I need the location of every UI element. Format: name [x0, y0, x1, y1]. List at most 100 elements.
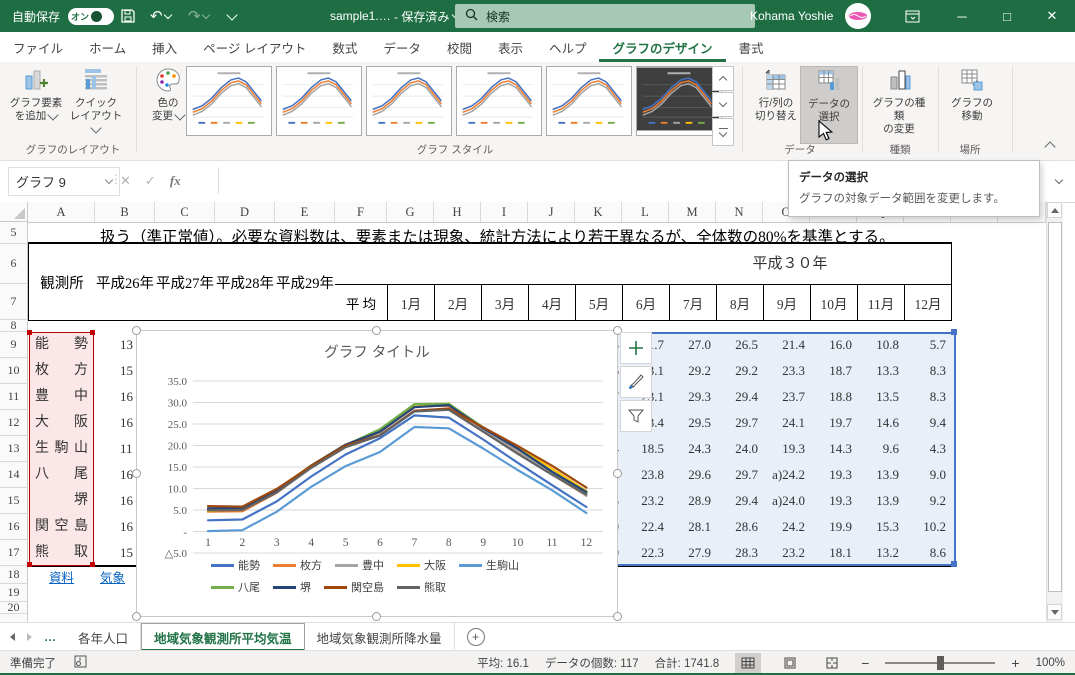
ribbon-display-options-icon[interactable]: [890, 0, 934, 32]
cell-average-header[interactable]: 平 均: [335, 285, 388, 321]
row-header[interactable]: 14: [0, 462, 27, 488]
cancel-formula-icon[interactable]: ✕: [120, 173, 131, 189]
column-header[interactable]: L: [622, 202, 669, 222]
cell-station[interactable]: 八尾: [28, 462, 95, 488]
ribbon-tab[interactable]: ページ レイアウト: [190, 32, 319, 62]
cell-value[interactable]: a)24.2: [763, 462, 810, 488]
zoom-in-button[interactable]: +: [1011, 655, 1019, 671]
cell-month-header[interactable]: 12月: [905, 285, 952, 321]
row-header[interactable]: 16: [0, 514, 27, 540]
collapse-ribbon-button[interactable]: [1046, 140, 1054, 154]
column-header[interactable]: B: [95, 202, 155, 222]
row-header[interactable]: 13: [0, 436, 27, 462]
cell-value[interactable]: 13.5: [857, 384, 904, 410]
page-layout-view-button[interactable]: [777, 653, 803, 673]
cell-value[interactable]: 8.6: [904, 540, 951, 566]
gallery-scroll-down-button[interactable]: [712, 92, 734, 117]
vertical-scroll-thumb[interactable]: [1048, 222, 1062, 592]
legend-item[interactable]: 能勢: [211, 557, 260, 573]
row-header[interactable]: 15: [0, 488, 27, 514]
row-header[interactable]: 5: [0, 222, 27, 244]
legend-item[interactable]: 関空島: [324, 579, 384, 595]
range-handle[interactable]: [951, 329, 957, 335]
switch-row-column-button[interactable]: 行/列の切り替え: [748, 66, 804, 142]
cell-value[interactable]: 23.7: [763, 384, 810, 410]
cell-month-header[interactable]: 1月: [388, 285, 435, 321]
sheet-nav-left-icon[interactable]: [10, 633, 15, 641]
column-header[interactable]: D: [215, 202, 275, 222]
cell-value[interactable]: 29.4: [716, 384, 763, 410]
column-header[interactable]: G: [387, 202, 434, 222]
sheet-overflow-button[interactable]: …: [44, 630, 56, 644]
source-link-partial[interactable]: 気象: [100, 567, 125, 586]
cell-month-header[interactable]: 4月: [529, 285, 576, 321]
range-handle[interactable]: [27, 562, 32, 567]
cell-value[interactable]: 24.1: [763, 410, 810, 436]
cell-value[interactable]: 29.7: [716, 462, 763, 488]
ribbon-tab[interactable]: 表示: [485, 32, 536, 62]
cell-value[interactable]: 18.7: [810, 358, 857, 384]
cell-value[interactable]: 9.4: [904, 410, 951, 436]
cell-value[interactable]: 22.4: [622, 514, 669, 540]
cell-value[interactable]: 14.6: [857, 410, 904, 436]
redo-button[interactable]: ↷: [188, 0, 209, 32]
cell-value[interactable]: 19.9: [810, 514, 857, 540]
cell-value[interactable]: 24.3: [669, 436, 716, 462]
cell-station[interactable]: 豊中: [28, 384, 95, 410]
cell-value[interactable]: 19.3: [763, 436, 810, 462]
chart-object[interactable]: グラフ タイトル 35.030.025.020.015.010.05.0-△5.…: [136, 330, 618, 617]
cell-value[interactable]: 23.3: [763, 358, 810, 384]
cell-station[interactable]: 熊取: [28, 540, 95, 566]
avatar[interactable]: [845, 0, 871, 32]
cell-month-header[interactable]: 10月: [811, 285, 858, 321]
cell-value[interactable]: 13.2: [857, 540, 904, 566]
cell-value[interactable]: 8.3: [904, 384, 951, 410]
chart-resize-handle[interactable]: [613, 612, 622, 621]
change-chart-type-button[interactable]: グラフの種類の変更: [868, 66, 930, 142]
cell-value[interactable]: 8.3: [904, 358, 951, 384]
cell-station[interactable]: 堺: [28, 488, 95, 514]
cell-value[interactable]: 10.8: [857, 332, 904, 358]
cell-value[interactable]: 23.2: [763, 540, 810, 566]
cell-value[interactable]: 28.9: [669, 488, 716, 514]
column-header[interactable]: F: [335, 202, 387, 222]
add-chart-element-button[interactable]: グラフ要素を追加: [8, 66, 64, 142]
ribbon-tab[interactable]: ホーム: [76, 32, 139, 62]
cell-value[interactable]: 18.5: [622, 436, 669, 462]
cell-year-header[interactable]: 平成28年: [215, 244, 276, 321]
legend-item[interactable]: 熊取: [397, 579, 446, 595]
zoom-slider-thumb[interactable]: [937, 656, 944, 670]
chart-resize-handle[interactable]: [132, 612, 141, 621]
cell-value[interactable]: 22.3: [622, 540, 669, 566]
range-handle[interactable]: [951, 561, 957, 567]
cell-year-header[interactable]: 平成29年: [275, 244, 336, 321]
cell-value[interactable]: 9.0: [904, 462, 951, 488]
cell-value[interactable]: 15.3: [857, 514, 904, 540]
cell-value[interactable]: 28.6: [716, 514, 763, 540]
quick-access-menu-icon[interactable]: [228, 0, 236, 32]
column-header[interactable]: E: [275, 202, 335, 222]
ribbon-tab[interactable]: 校閲: [434, 32, 485, 62]
cell-value[interactable]: 26.5: [716, 332, 763, 358]
legend-item[interactable]: 生駒山: [459, 557, 519, 573]
insert-function-icon[interactable]: fx: [170, 173, 181, 189]
cell-value[interactable]: 19.3: [810, 488, 857, 514]
gallery-scroll-up-button[interactable]: [712, 66, 734, 91]
cell-value[interactable]: 29.3: [669, 384, 716, 410]
chart-styles-button[interactable]: [620, 366, 652, 398]
sheet-tab[interactable]: 地域気象観測所平均気温: [141, 623, 305, 651]
row-header[interactable]: 8: [0, 320, 27, 332]
chart-resize-handle[interactable]: [372, 326, 381, 335]
cell-value[interactable]: 5.7: [904, 332, 951, 358]
cell-value[interactable]: 9.2: [904, 488, 951, 514]
cell-value[interactable]: 24.2: [763, 514, 810, 540]
cell-value[interactable]: 29.6: [669, 462, 716, 488]
cell-value[interactable]: 14.3: [810, 436, 857, 462]
cell-station-header[interactable]: 観測所: [28, 244, 96, 321]
row-header[interactable]: 11: [0, 384, 27, 410]
cell-value[interactable]: 29.5: [669, 410, 716, 436]
range-handle[interactable]: [90, 562, 95, 567]
column-header[interactable]: M: [669, 202, 716, 222]
source-link[interactable]: 資料: [28, 567, 95, 586]
row-header[interactable]: 7: [0, 284, 27, 320]
